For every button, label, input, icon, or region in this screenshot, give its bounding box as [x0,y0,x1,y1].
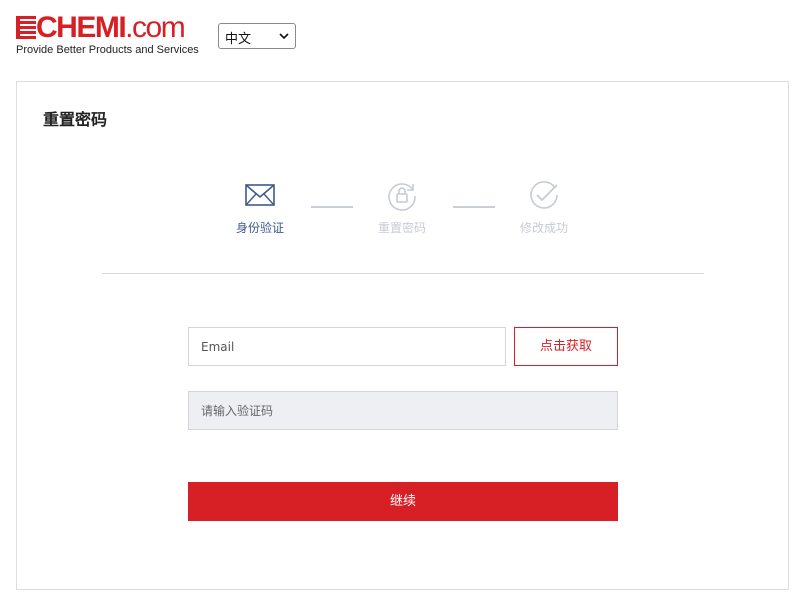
step-label: 修改成功 [519,221,568,235]
language-select[interactable]: 中文 [218,23,296,49]
language-select-value: 中文 [225,32,252,47]
page-header: CHEMI.com Provide Better Products and Se… [0,0,800,80]
chevron-down-icon [279,33,289,40]
lock-reset-icon [388,183,416,211]
reset-password-card: 重置密码 身份验证 重置密码 修改成功 Email 点击获取 请输入验证码 继续 [16,81,789,590]
envelope-icon [245,184,275,206]
step-connector [311,206,353,208]
logo-tagline: Provide Better Products and Services [16,44,199,56]
verification-code-field[interactable] [188,391,618,430]
step-identity-verification: 身份验证 [210,179,310,236]
progress-steps: 身份验证 重置密码 修改成功 [17,82,790,252]
step-label: 身份验证 [235,221,284,235]
section-divider [102,273,704,274]
continue-button[interactable]: 继续 [188,482,618,521]
logo-text: CHEMI.com [36,11,186,44]
step-modify-success: 修改成功 [494,179,594,236]
get-code-button[interactable]: 点击获取 [514,327,618,366]
step-label: 重置密码 [377,221,426,235]
logo[interactable]: CHEMI.com Provide Better Products and Se… [16,11,199,58]
logo-mark-icon [16,16,36,39]
step-reset-password: 重置密码 [352,179,452,236]
step-connector [453,206,495,208]
email-field[interactable] [188,327,506,366]
check-circle-icon [530,181,558,209]
